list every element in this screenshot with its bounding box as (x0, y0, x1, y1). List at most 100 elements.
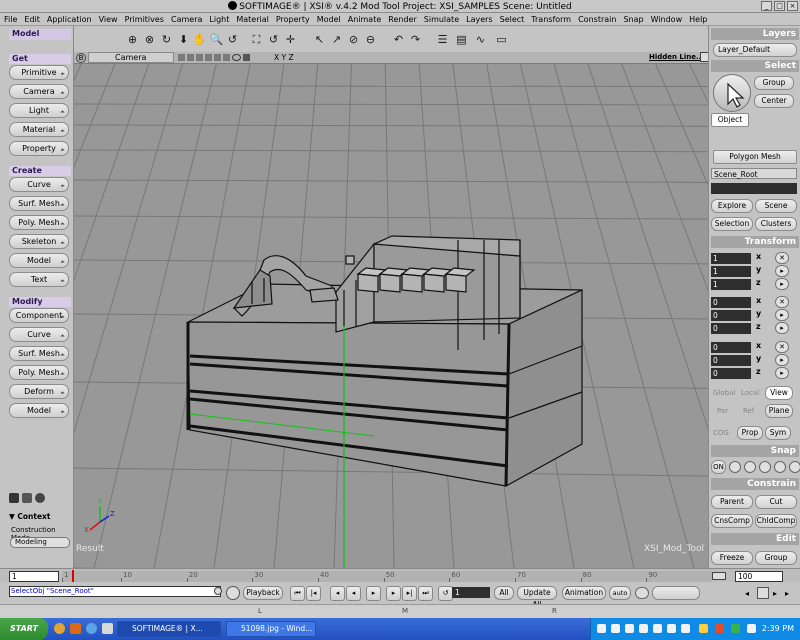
raycast-select-icon[interactable]: ↗ (328, 31, 345, 48)
undo-icon[interactable]: ↶ (390, 31, 407, 48)
tray-icon[interactable] (731, 624, 740, 633)
viewport-icon[interactable] (196, 54, 203, 61)
viewport[interactable]: B Camera X Y Z Hidden Line... X YZ Result… (74, 52, 709, 568)
rotate-reset-icon[interactable]: ▸ (775, 309, 789, 321)
tray-icon[interactable] (611, 624, 620, 633)
get-camera-button[interactable]: Camera (9, 84, 69, 99)
timeline-start-field[interactable]: 1 (9, 571, 59, 582)
freeze-button[interactable]: Freeze (711, 551, 753, 565)
context-label[interactable]: ▼ Context (9, 512, 50, 521)
get-light-button[interactable]: Light (9, 103, 69, 118)
menu-animate[interactable]: Animate (348, 15, 382, 24)
create-skeleton-button[interactable]: Skeleton (9, 234, 69, 249)
menu-material[interactable]: Material (236, 15, 269, 24)
menu-snap[interactable]: Snap (623, 15, 643, 24)
explore-button[interactable]: Explore (711, 199, 753, 213)
snap-on-button[interactable]: ON (711, 460, 726, 474)
scale-axis-label[interactable]: z (756, 278, 761, 287)
group-edit-button[interactable]: Group (755, 551, 797, 565)
create-poly-mesh-button[interactable]: Poly. Mesh (9, 215, 69, 230)
viewport-icon[interactable] (214, 54, 221, 61)
frame-icon[interactable]: ⛶ (248, 31, 265, 48)
menu-model[interactable]: Model (317, 15, 341, 24)
timeline[interactable]: 1 1 10 20 30 40 50 60 70 80 90 100 (0, 568, 800, 582)
move-cross-icon[interactable]: ✛ (282, 31, 299, 48)
scale-axis-label[interactable]: x (756, 252, 761, 261)
selection-button[interactable]: Selection (711, 217, 753, 231)
get-material-button[interactable]: Material (9, 122, 69, 137)
close-button[interactable]: × (787, 1, 798, 11)
eye-icon[interactable] (232, 54, 241, 61)
tray-icon[interactable] (653, 624, 662, 633)
all-button[interactable]: All (494, 586, 514, 600)
playback-menu[interactable]: Playback (243, 586, 283, 600)
translate-reset-icon[interactable]: ▸ (775, 367, 789, 379)
rectangle-select-icon[interactable]: ⊖ (362, 31, 379, 48)
clusters-button[interactable]: Clusters (755, 217, 797, 231)
animation-menu[interactable]: Animation (562, 586, 606, 600)
create-surf-mesh-button[interactable]: Surf. Mesh (9, 196, 69, 211)
modify-poly-mesh-button[interactable]: Poly. Mesh (9, 365, 69, 380)
tray-icon[interactable] (699, 624, 708, 633)
explorer-icon[interactable]: ☰ (434, 31, 451, 48)
last-frame-button[interactable]: ⏭ (418, 586, 433, 601)
dolly-down-icon[interactable]: ⬇ (175, 31, 192, 48)
zoom-icon[interactable]: 🔍 (208, 31, 225, 48)
taskbar-item-image-viewer[interactable]: 51098.jpg - Wind... (226, 621, 316, 637)
volume-icon[interactable] (747, 624, 756, 633)
menu-layers[interactable]: Layers (466, 15, 492, 24)
menu-camera[interactable]: Camera (171, 15, 202, 24)
select-arrow-icon[interactable]: ↖ (311, 31, 328, 48)
scale-reset-icon[interactable]: ▸ (775, 278, 789, 290)
quicklaunch-icon[interactable] (54, 623, 65, 634)
translate-x-field[interactable]: 0 (711, 342, 751, 353)
snap-settings-icon[interactable] (774, 461, 786, 473)
menu-file[interactable]: File (4, 15, 17, 24)
key-button[interactable] (652, 586, 700, 600)
menu-application[interactable]: Application (47, 15, 92, 24)
rotate-axis-label[interactable]: z (756, 322, 761, 331)
next-frame-button[interactable]: ▸ (386, 586, 401, 601)
play-button[interactable]: ▸ (366, 586, 381, 601)
get-property-button[interactable]: Property (9, 141, 69, 156)
auto-key-button[interactable]: auto (609, 586, 631, 600)
timeline-ruler[interactable]: 1 10 20 30 40 50 60 70 80 90 (62, 571, 712, 582)
rotate-axis-label[interactable]: y (756, 309, 761, 318)
playhead[interactable] (72, 570, 74, 582)
hand-pan-icon[interactable]: ✋ (191, 31, 208, 48)
translate-reset-icon[interactable]: ▸ (775, 354, 789, 366)
menu-property[interactable]: Property (276, 15, 310, 24)
key-prev-icon[interactable]: ◂ (745, 589, 749, 598)
quicklaunch-icon[interactable] (70, 623, 81, 634)
menu-edit[interactable]: Edit (24, 15, 40, 24)
menu-select[interactable]: Select (500, 15, 525, 24)
modify-deform-button[interactable]: Deform (9, 384, 69, 399)
snap-grid-icon[interactable] (759, 461, 771, 473)
snap-curve-icon[interactable] (744, 461, 756, 473)
rotate-x-field[interactable]: 0 (711, 297, 751, 308)
tray-icon[interactable] (667, 624, 676, 633)
scale-reset-icon[interactable]: ✕ (775, 252, 789, 264)
scene-button[interactable]: Scene (755, 199, 797, 213)
menu-simulate[interactable]: Simulate (424, 15, 459, 24)
rotate-orbit-icon[interactable]: ↻ (158, 31, 175, 48)
script-editor-icon[interactable] (226, 586, 240, 600)
translate-z-field[interactable]: 0 (711, 368, 751, 379)
plane-button[interactable]: Plane (765, 404, 793, 418)
tools-icon[interactable] (22, 493, 32, 503)
translate-axis-label[interactable]: z (756, 367, 761, 376)
construction-mode-select[interactable]: Modeling (10, 537, 70, 548)
display-mode-menu[interactable]: Hidden Line... (649, 53, 704, 61)
key-next-icon[interactable]: ▸ (773, 589, 777, 598)
sniper-alt-icon[interactable]: ⊗ (141, 31, 158, 48)
next-key-button[interactable]: ▸| (402, 586, 417, 601)
modify-curve-button[interactable]: Curve (9, 327, 69, 342)
viewport-icon[interactable] (178, 54, 185, 61)
model-tab[interactable]: Model (9, 29, 71, 40)
render-region-icon[interactable]: ▭ (493, 31, 510, 48)
ref-option[interactable]: Ref (743, 407, 754, 415)
viewport-icon[interactable] (205, 54, 212, 61)
selection-field[interactable] (711, 183, 797, 194)
menu-view[interactable]: View (99, 15, 118, 24)
scene-root-field[interactable]: Scene_Root (711, 168, 797, 179)
